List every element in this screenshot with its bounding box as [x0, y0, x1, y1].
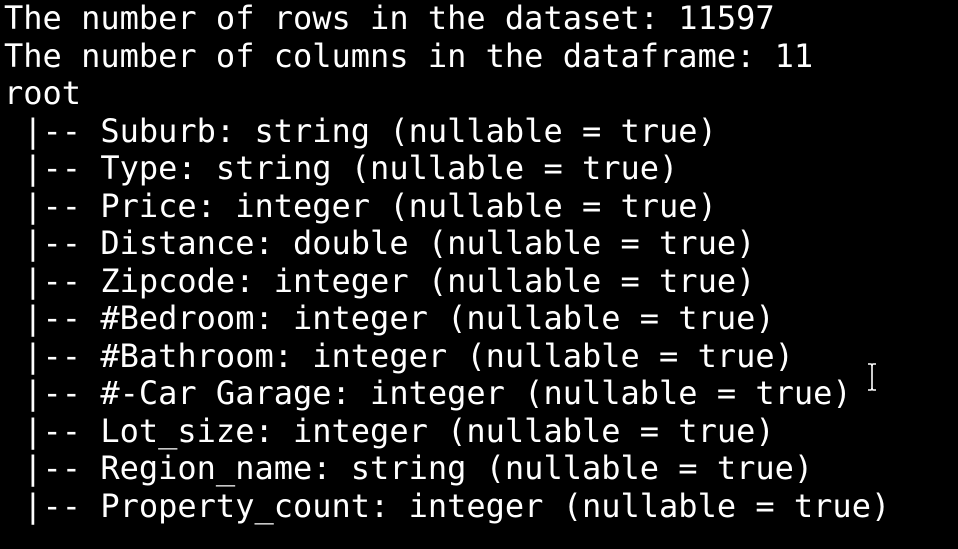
terminal-output[interactable]: The number of rows in the dataset: 11597… [0, 0, 958, 549]
schema-field: |-- #-Car Garage: integer (nullable = tr… [4, 374, 852, 412]
schema-field: |-- Zipcode: integer (nullable = true) [4, 261, 756, 300]
schema-field: |-- #Bathroom: integer (nullable = true) [4, 336, 794, 375]
output-line-row-count: The number of rows in the dataset: 11597 [4, 0, 775, 37]
schema-field: |-- Suburb: string (nullable = true) [4, 111, 717, 150]
schema-field: |-- #Bedroom: integer (nullable = true) [4, 299, 775, 337]
schema-field: |-- Lot_size: integer (nullable = true) [4, 411, 775, 450]
schema-field: |-- Property_count: integer (nullable = … [4, 486, 891, 525]
schema-field: |-- Price: integer (nullable = true) [4, 186, 717, 225]
schema-field: |-- Distance: double (nullable = true) [4, 224, 756, 262]
i-beam-cursor-icon [868, 363, 876, 391]
output-line-column-count: The number of columns in the dataframe: … [4, 36, 814, 75]
schema-root: root [4, 74, 82, 112]
schema-field: |-- Type: string (nullable = true) [4, 149, 679, 187]
schema-field: |-- Region_name: string (nullable = true… [4, 449, 814, 487]
